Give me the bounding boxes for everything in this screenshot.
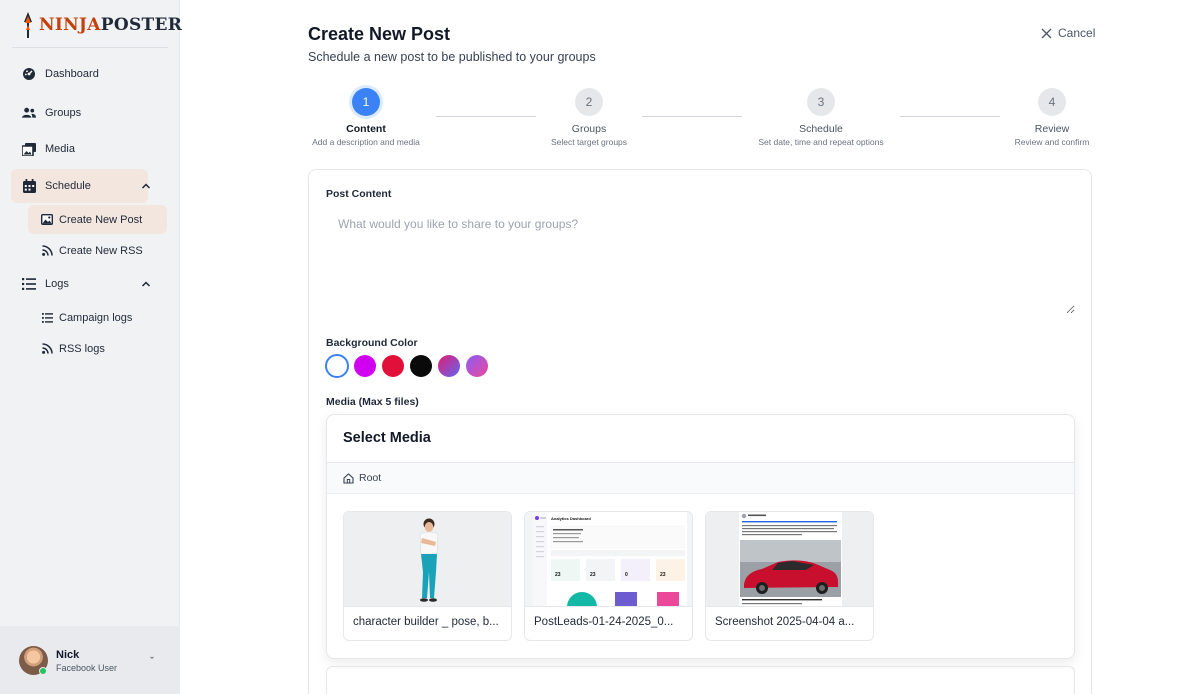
step-2-title: Groups	[571, 123, 607, 135]
color-swatch-white[interactable]	[325, 354, 349, 378]
sidebar: NINJAPOSTER Dashboard Groups Media Sched…	[0, 0, 182, 694]
ninja-logo-icon	[24, 12, 32, 38]
step-4-desc: Review and confirm	[1014, 137, 1090, 147]
chevron-down-icon[interactable]	[148, 653, 156, 661]
step-3-title: Schedule	[799, 123, 843, 135]
media-thumbnail	[706, 512, 873, 607]
color-swatch-gradient-purple-pink[interactable]	[466, 355, 488, 377]
rss-icon	[41, 245, 53, 257]
media-file-name: PostLeads-01-24-2025_0...	[534, 616, 674, 628]
user-role: Facebook User	[56, 663, 118, 673]
step-3-desc: Set date, time and repeat options	[758, 137, 884, 147]
brand-name: NINJAPOSTER	[39, 15, 183, 35]
sidebar-item-label: Logs	[45, 278, 69, 290]
chevron-up-icon[interactable]	[140, 180, 152, 192]
media-file-card[interactable]: character builder _ pose, b...	[343, 511, 512, 641]
post-content-input[interactable]	[326, 207, 1075, 314]
color-swatch-red[interactable]	[382, 355, 404, 377]
color-swatch-black[interactable]	[410, 355, 432, 377]
page-subtitle: Schedule a new post to be published to y…	[308, 50, 596, 64]
step-connector	[642, 116, 742, 117]
dashboard-preview-title: Analytics Dashboard	[551, 516, 591, 521]
sidebar-item-groups[interactable]: Groups	[11, 96, 148, 130]
calendar-icon	[22, 179, 36, 193]
user-name: Nick	[56, 649, 80, 661]
step-4-indicator[interactable]: 4	[1038, 88, 1066, 116]
breadcrumb-root[interactable]: Root	[343, 472, 381, 484]
divider	[12, 47, 168, 48]
step-connector	[436, 116, 536, 117]
step-3-indicator[interactable]: 3	[807, 88, 835, 116]
media-file-name: Screenshot 2025-04-04 a...	[715, 616, 855, 628]
images-icon	[22, 142, 36, 156]
stat-value: 0	[625, 572, 628, 578]
media-upload-area[interactable]	[326, 666, 1075, 694]
step-2-desc: Select target groups	[550, 137, 628, 147]
chevron-up-icon[interactable]	[140, 278, 152, 290]
stat-value: 23	[555, 572, 561, 578]
users-icon	[22, 106, 36, 120]
sidebar-item-campaign-logs[interactable]: Campaign logs	[28, 303, 167, 332]
list-icon	[22, 277, 36, 291]
sidebar-item-label: RSS logs	[59, 342, 105, 355]
media-label: Media (Max 5 files)	[326, 396, 419, 408]
sidebar-item-label: Schedule	[45, 180, 91, 192]
color-swatch-gradient-pink-blue[interactable]	[438, 355, 460, 377]
step-1-title: Content	[346, 123, 386, 135]
breadcrumb-label: Root	[359, 472, 382, 484]
sidebar-item-create-new-post[interactable]: Create New Post	[28, 205, 167, 234]
sidebar-item-label: Create New Post	[59, 213, 143, 226]
step-4-title: Review	[1034, 123, 1070, 135]
sidebar-item-label: Media	[45, 143, 75, 155]
sidebar-item-rss-logs[interactable]: RSS logs	[28, 334, 167, 363]
sidebar-item-dashboard[interactable]: Dashboard	[11, 57, 148, 91]
step-1-indicator[interactable]: 1	[352, 88, 380, 116]
list-icon	[41, 312, 53, 324]
cancel-button[interactable]: Cancel	[1041, 26, 1095, 40]
page-title: Create New Post	[308, 24, 451, 44]
step-connector	[900, 116, 1000, 117]
rss-icon	[41, 343, 53, 355]
sidebar-item-media[interactable]: Media	[11, 132, 148, 166]
home-icon	[343, 472, 354, 484]
background-color-label: Background Color	[326, 337, 418, 349]
sidebar-item-create-new-rss[interactable]: Create New RSS	[28, 236, 167, 265]
step-1-desc: Add a description and media	[312, 137, 420, 147]
dashboard-icon	[22, 67, 36, 81]
cancel-label: Cancel	[1058, 26, 1096, 40]
image-icon	[41, 214, 53, 226]
media-file-card[interactable]: Screenshot 2025-04-04 a...	[705, 511, 874, 641]
sidebar-item-logs[interactable]: Logs	[11, 267, 151, 301]
media-file-card[interactable]: Analytics Dashboard 23 23 0 23 PostLeads…	[524, 511, 693, 641]
color-swatch-magenta[interactable]	[354, 355, 376, 377]
sidebar-item-label: Create New RSS	[59, 244, 143, 257]
stat-value: 23	[590, 572, 596, 578]
media-file-name: character builder _ pose, b...	[353, 616, 499, 628]
sidebar-item-label: Groups	[45, 107, 82, 119]
media-breadcrumb-bar	[327, 462, 1074, 494]
brand-logo[interactable]: NINJAPOSTER	[21, 12, 182, 38]
sidebar-item-label: Campaign logs	[59, 311, 133, 324]
step-2-indicator[interactable]: 2	[575, 88, 603, 116]
close-icon	[1041, 28, 1052, 38]
media-thumbnail: Analytics Dashboard 23 23 0 23	[525, 512, 692, 607]
media-picker-title: Select Media	[343, 430, 431, 446]
post-content-label: Post Content	[326, 188, 392, 200]
sidebar-item-schedule[interactable]: Schedule	[11, 169, 151, 203]
stat-value: 23	[660, 572, 666, 578]
user-panel[interactable]: Nick Facebook User	[0, 626, 180, 694]
online-status-dot	[39, 667, 47, 675]
sidebar-item-label: Dashboard	[45, 68, 99, 80]
media-thumbnail	[344, 512, 511, 607]
